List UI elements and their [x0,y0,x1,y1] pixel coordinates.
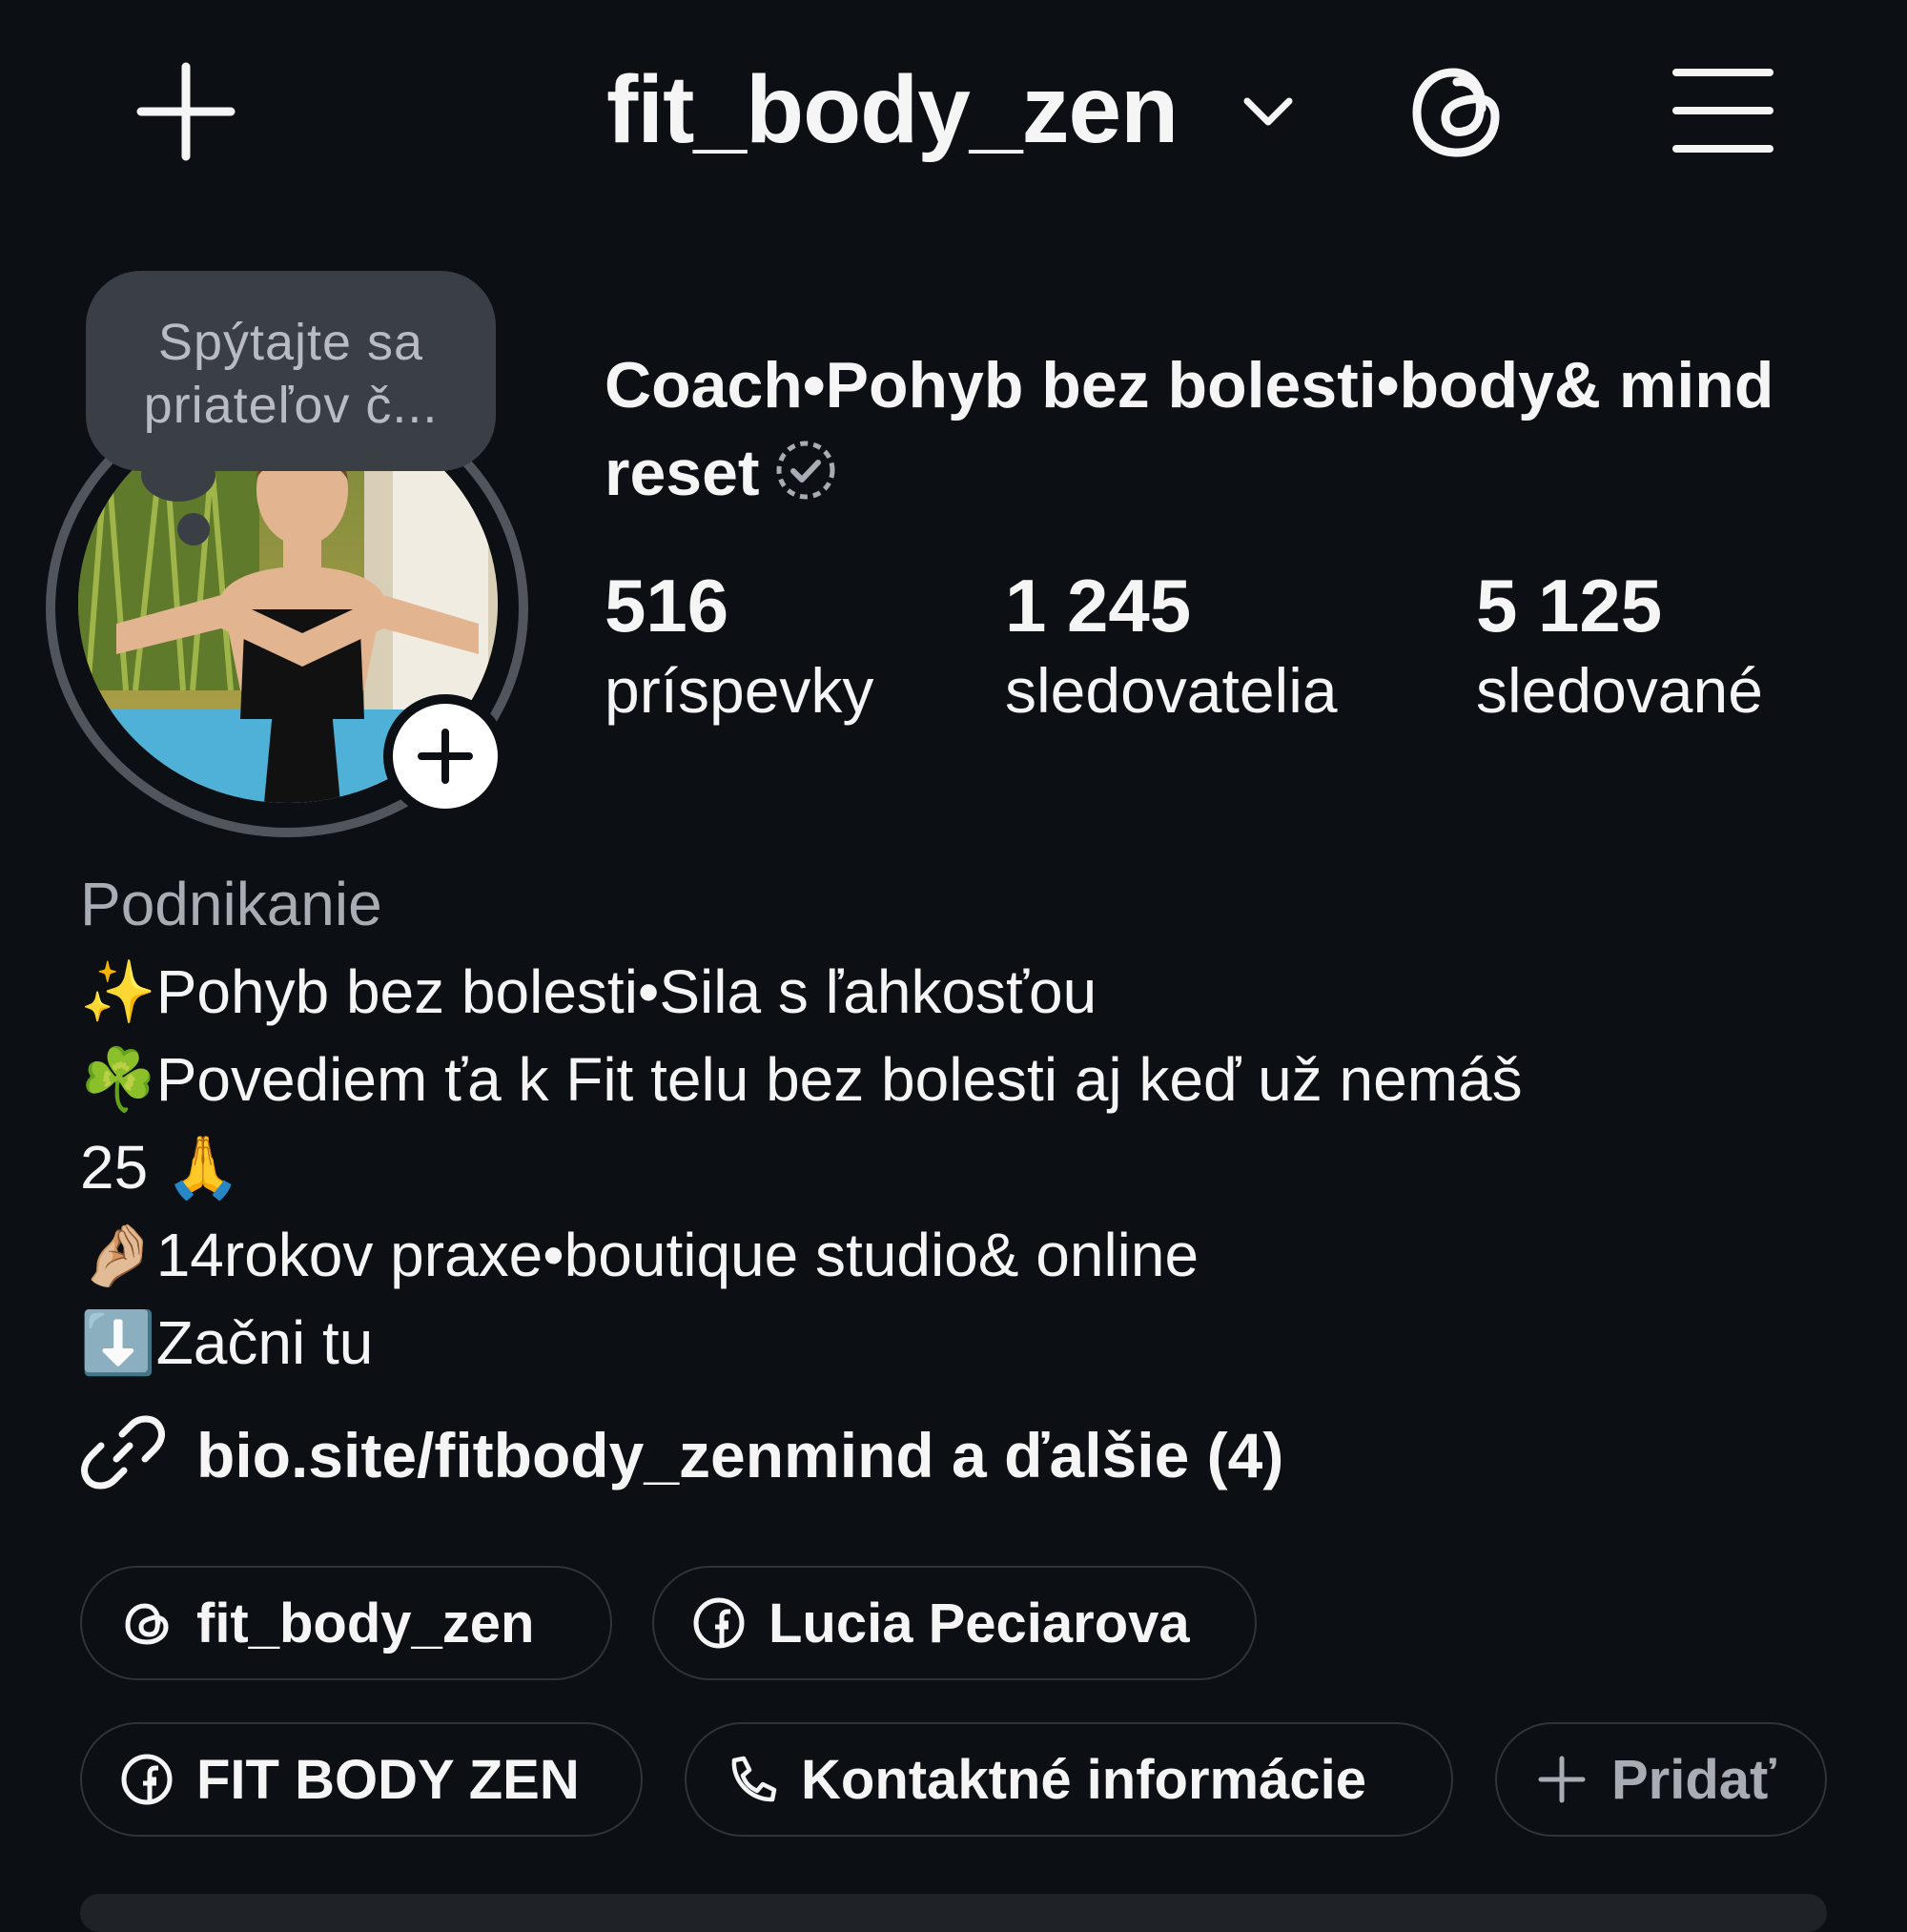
bio-link[interactable]: bio.site/fitbody_zenmind a ďalšie (4) [196,1411,1283,1499]
edit-profile-button-edge[interactable] [80,1894,1827,1932]
note-bubble-tail [177,513,210,545]
link-icon [80,1409,166,1495]
profile-category: Podnikanie [80,870,382,938]
chip-label: Kontaktné informácie [801,1748,1366,1811]
chip-label: fit_body_zen [196,1592,535,1655]
phone-icon [731,1756,777,1802]
bio-line: 🤌🏼14rokov praxe•boutique studio& online [80,1221,1200,1289]
following-count[interactable]: 5 125 [1476,563,1662,648]
verified-badge-outline-icon[interactable] [773,437,838,502]
chip-label: FIT BODY ZEN [196,1748,580,1811]
plus-icon [1538,1756,1586,1803]
threads-icon[interactable] [1404,53,1508,164]
followers-label[interactable]: sledovatelia [1005,652,1338,729]
facebook-icon [121,1754,173,1805]
following-label[interactable]: sledované [1476,652,1763,729]
profile-display-name: Coach•Pohyb bez bolesti•body& mind reset [605,341,1844,517]
bio-line: 25 🙏 [80,1133,241,1202]
bio-line: ✨Pohyb bez bolesti•Sila s ľahkosťou [80,957,1097,1026]
followers-count[interactable]: 1 245 [1005,563,1191,648]
create-plus-icon[interactable] [133,59,238,164]
chip-facebook-lucia[interactable]: Lucia Peciarova [652,1566,1257,1680]
add-story-button[interactable] [383,694,507,818]
facebook-icon [693,1597,745,1649]
chip-add[interactable]: Pridať [1495,1722,1827,1837]
bio-line: ⬇️Začni tu [80,1308,374,1377]
chip-label: Lucia Peciarova [769,1592,1190,1655]
posts-count[interactable]: 516 [605,563,728,648]
chip-threads[interactable]: fit_body_zen [80,1566,612,1680]
chip-contact-info[interactable]: Kontaktné informácie [685,1722,1453,1837]
note-bubble-tail [141,448,215,502]
threads-icon [125,1603,169,1645]
bio-line: ☘️Povediem ťa k Fit telu bez bolesti aj … [80,1045,1523,1114]
chevron-down-icon[interactable] [1240,88,1297,135]
account-switcher-username[interactable]: fit_body_zen [606,57,1179,162]
hamburger-menu-icon[interactable] [1671,65,1775,156]
chip-facebook-fitbodyzen[interactable]: FIT BODY ZEN [80,1722,643,1837]
posts-label[interactable]: príspevky [605,652,873,729]
note-text: Spýtajte sa priateľov č... [143,314,439,434]
chip-label: Pridať [1611,1748,1776,1811]
